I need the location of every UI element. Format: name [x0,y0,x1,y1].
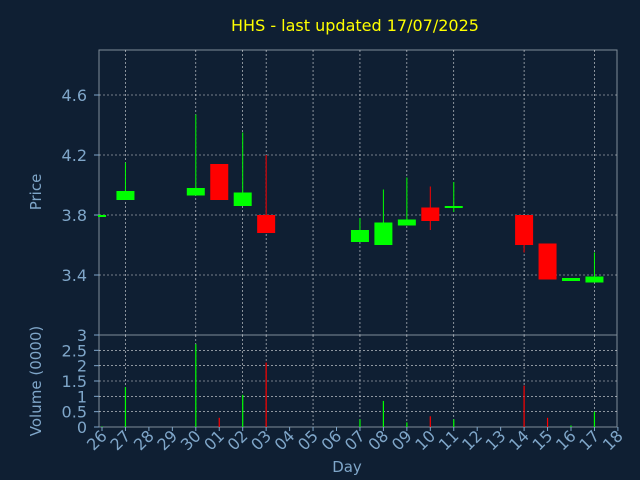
volume-bar [546,417,549,427]
price-tick-label: 3.4 [62,266,87,285]
candle-body [233,192,252,206]
candle-body [444,206,463,208]
volume-bar [359,419,361,427]
chart-title: HHS - last updated 17/07/2025 [231,16,479,35]
volume-bar [523,385,525,427]
volume-bar [124,387,127,427]
volume-bar [593,411,596,427]
candle-body [562,278,580,281]
chart-container: HHS - last updated 17/07/2025 3 3.4 3.8 4.2… [0,0,640,480]
price-tick-label: 4.2 [62,146,87,165]
candle-body [538,243,557,280]
chart-background [0,0,640,480]
volume-bar [429,416,431,427]
x-axis-label: Day [332,458,362,476]
candle-body [350,230,369,242]
volume-axis-label: Volume (0000) [27,326,45,436]
price-tick-label: 3.8 [62,206,87,225]
candle-body [421,207,440,221]
volume-bar [265,362,267,427]
candle-body [585,276,604,283]
volume-bar [195,344,197,427]
volume-tick-label: 2.5 [62,341,87,360]
volume-bar [218,417,220,427]
candle-body [374,222,393,245]
price-tick-label: 4.6 [62,86,87,105]
volume-bar [382,400,384,427]
volume-bar [570,425,572,427]
candle-body [210,164,229,200]
candle-body [186,188,205,196]
price-axis-label: Price [27,174,45,211]
volume-bar [101,426,103,427]
volume-bar [242,394,244,427]
candle-body [515,215,534,245]
candle-body [98,215,106,217]
candle-body [397,219,416,226]
chart-svg: HHS - last updated 17/07/2025 33.43.84.2… [0,0,640,480]
volume-bar [453,419,455,427]
candle-body [257,215,276,233]
volume-bar [406,422,408,427]
candle-body [116,191,135,200]
